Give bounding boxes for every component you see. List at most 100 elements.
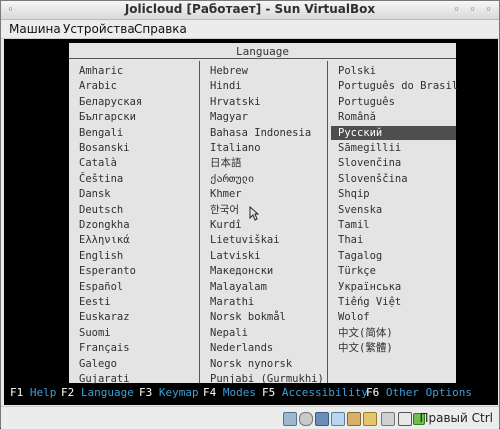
function-key-bar: F1 Help F2 Language F3 Keymap F4 Modes F5 Ac…: [4, 383, 498, 403]
title-divider: [69, 58, 456, 59]
virtualbox-window: ◦ Jolicloud [Работает] - Sun VirtualBox …: [0, 0, 500, 429]
fkey-f3[interactable]: F3 Keymap: [139, 386, 199, 399]
language-option[interactable]: Norsk bokmål: [210, 310, 286, 324]
language-option[interactable]: Shqip: [331, 187, 456, 201]
minimize-icon[interactable]: ◦: [451, 4, 462, 15]
fkey-label: Modes: [222, 386, 256, 399]
language-option[interactable]: Català: [79, 156, 117, 170]
fkey-label: Other Options: [385, 386, 472, 399]
language-option[interactable]: Беларуская: [79, 95, 142, 109]
language-option[interactable]: 日本語: [210, 156, 242, 170]
fkey-f5[interactable]: F5 Accessibility: [262, 386, 368, 399]
language-column-3: Polski Português do Brasil Português Română…: [328, 61, 458, 383]
language-option[interactable]: Slovenščina: [331, 172, 456, 186]
network-icon[interactable]: [331, 412, 345, 426]
fkey-key: F5: [262, 386, 276, 399]
fkey-f1[interactable]: F1 Help: [10, 386, 56, 399]
language-option[interactable]: Hindi: [210, 79, 242, 93]
language-option[interactable]: Português: [331, 95, 456, 109]
language-option[interactable]: Galego: [79, 357, 117, 371]
language-option[interactable]: 中文(繁體): [331, 341, 456, 355]
language-option[interactable]: Español: [79, 280, 123, 294]
language-option[interactable]: Українська: [331, 280, 456, 294]
language-option[interactable]: English: [79, 249, 123, 263]
language-option[interactable]: Tagalog: [331, 249, 456, 263]
language-option[interactable]: Bosanski: [79, 141, 130, 155]
language-option[interactable]: Kurdî: [210, 218, 242, 232]
language-option[interactable]: Tamil: [331, 218, 456, 232]
window-title: Jolicloud [Работает] - Sun VirtualBox: [124, 2, 376, 16]
language-option[interactable]: Nederlands: [210, 341, 273, 355]
usb-icon[interactable]: [347, 412, 361, 426]
language-option[interactable]: Čeština: [79, 172, 123, 186]
language-option[interactable]: Polski: [331, 64, 456, 78]
language-option[interactable]: Malayalam: [210, 280, 267, 294]
language-option[interactable]: Suomi: [79, 326, 111, 340]
language-option[interactable]: Slovenčina: [331, 156, 456, 170]
language-option[interactable]: Bengali: [79, 126, 123, 140]
fkey-f6[interactable]: F6 Other Options: [366, 386, 472, 399]
language-option[interactable]: Ελληνικά: [79, 233, 130, 247]
language-dialog: Language Amharic Arabic Беларуская Българск…: [69, 43, 458, 385]
title-bar[interactable]: ◦ Jolicloud [Работает] - Sun VirtualBox …: [1, 1, 499, 20]
language-option[interactable]: 中文(简体): [331, 326, 456, 340]
language-option[interactable]: Français: [79, 341, 130, 355]
vm-screen[interactable]: Language Amharic Arabic Беларуская Българск…: [4, 39, 498, 405]
language-option[interactable]: Türkçe: [331, 264, 456, 278]
shared-folder-icon[interactable]: [363, 412, 377, 426]
language-option[interactable]: Italiano: [210, 141, 261, 155]
language-option[interactable]: Eesti: [79, 295, 111, 309]
language-option[interactable]: Русский: [331, 125, 456, 140]
language-option[interactable]: Esperanto: [79, 264, 136, 278]
language-column-2: Hebrew Hindi Hrvatski Magyar Bahasa Indonesi…: [200, 61, 328, 385]
cd-icon[interactable]: [299, 412, 313, 426]
language-option[interactable]: Dzongkha: [79, 218, 130, 232]
language-option[interactable]: 한국어: [210, 203, 239, 217]
host-key-label: Правый Ctrl: [419, 411, 493, 425]
mouse-integration-icon[interactable]: [381, 412, 395, 426]
fkey-f2[interactable]: F2 Language: [61, 386, 134, 399]
fkey-key: F2: [61, 386, 75, 399]
language-option[interactable]: Български: [79, 110, 136, 124]
fkey-label: Keymap: [158, 386, 199, 399]
fkey-key: F1: [10, 386, 24, 399]
close-icon[interactable]: ◦: [483, 4, 494, 15]
language-option[interactable]: Khmer: [210, 187, 242, 201]
status-bar: Правый Ctrl: [1, 406, 499, 429]
menu-machine[interactable]: Машина: [9, 22, 61, 36]
language-option[interactable]: Română: [331, 110, 456, 124]
language-option[interactable]: Thai: [331, 233, 456, 247]
language-option[interactable]: Dansk: [79, 187, 111, 201]
language-option[interactable]: Lietuviškai: [210, 233, 280, 247]
fkey-key: F6: [366, 386, 380, 399]
fkey-f4[interactable]: F4 Modes: [203, 386, 256, 399]
language-option[interactable]: Hebrew: [210, 64, 248, 78]
menu-bar: Машина Устройства Справка: [1, 20, 499, 39]
language-option[interactable]: Português do Brasil: [331, 79, 458, 93]
language-option[interactable]: Hrvatski: [210, 95, 261, 109]
language-option[interactable]: Svenska: [331, 203, 456, 217]
menu-devices[interactable]: Устройства: [63, 22, 135, 36]
language-option[interactable]: Tiếng Việt: [331, 295, 456, 309]
fkey-key: F4: [203, 386, 217, 399]
language-option[interactable]: ქართული: [210, 172, 254, 186]
language-option[interactable]: Magyar: [210, 110, 248, 124]
language-option[interactable]: Arabic: [79, 79, 117, 93]
language-option[interactable]: Deutsch: [79, 203, 123, 217]
floppy-icon[interactable]: [315, 412, 329, 426]
language-option[interactable]: Euskaraz: [79, 310, 130, 324]
language-option[interactable]: Sãmegillii: [331, 141, 456, 155]
language-option[interactable]: Norsk nynorsk: [210, 357, 292, 371]
language-option[interactable]: Bahasa Indonesia: [210, 126, 311, 140]
language-option[interactable]: Amharic: [79, 64, 123, 78]
language-option[interactable]: Македонски: [210, 264, 273, 278]
language-option[interactable]: Latviski: [210, 249, 261, 263]
fkey-label: Help: [29, 386, 57, 399]
maximize-icon[interactable]: ◦: [467, 4, 478, 15]
menu-help[interactable]: Справка: [134, 22, 187, 36]
hard-disk-icon[interactable]: [283, 412, 297, 426]
language-option[interactable]: Marathi: [210, 295, 254, 309]
language-option[interactable]: Nepali: [210, 326, 248, 340]
language-column-1: Amharic Arabic Беларуская Български Bengali B…: [69, 61, 200, 385]
language-option[interactable]: Wolof: [331, 310, 456, 324]
